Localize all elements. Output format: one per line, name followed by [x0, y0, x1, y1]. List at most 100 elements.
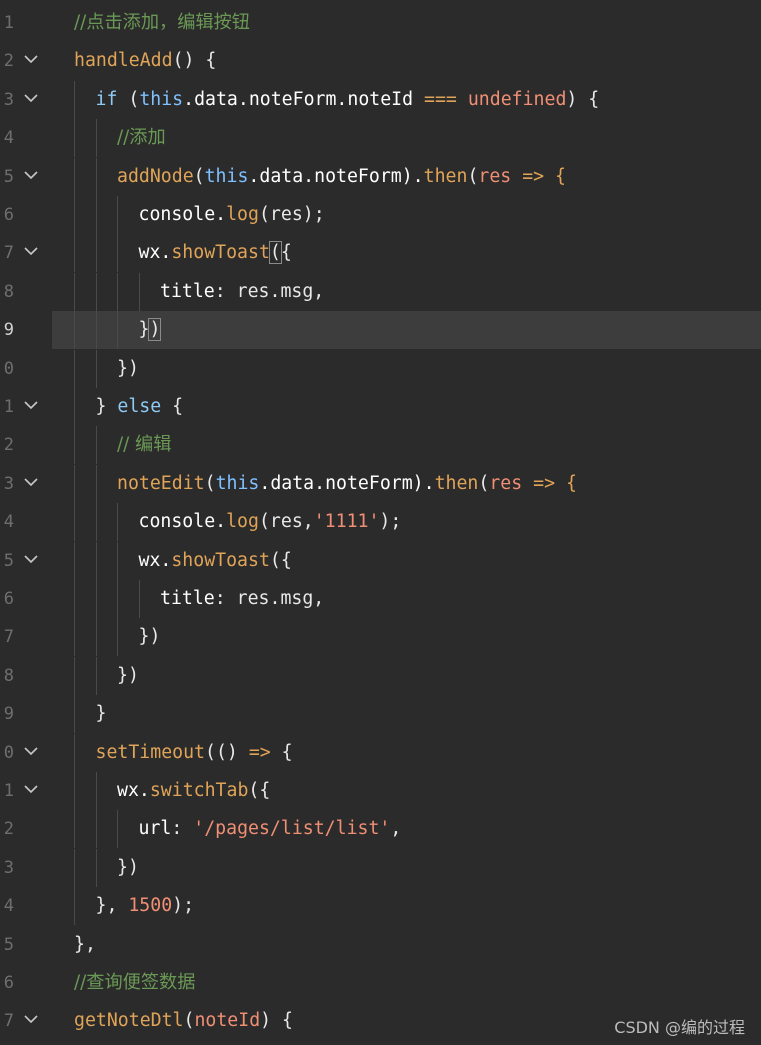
code-token: () {: [172, 50, 217, 72]
code-line[interactable]: 4 //添加: [0, 119, 761, 158]
fold-chevron-icon[interactable]: [23, 243, 39, 259]
fold-chevron-icon[interactable]: [23, 167, 39, 183]
line-number: 1: [3, 13, 14, 33]
code-text: getNoteDtl(noteId) {: [74, 1002, 293, 1040]
code-line[interactable]: 8 title: res.msg,: [0, 272, 761, 311]
code-token: .data.noteForm).: [248, 165, 424, 187]
code-token: title: [160, 588, 215, 609]
code-line[interactable]: 2 url: '/pages/list/list',: [0, 810, 761, 849]
indent-guide: [74, 311, 75, 350]
code-line[interactable]: 5 wx.showToast({: [0, 541, 761, 580]
line-number: 3: [3, 89, 14, 110]
code-token: }: [138, 319, 150, 341]
code-line[interactable]: 2 handleAdd() {: [0, 42, 761, 80]
code-token: ,: [390, 818, 402, 840]
code-line[interactable]: 2 // 编辑: [0, 426, 761, 465]
code-line[interactable]: 1 } else {: [0, 388, 761, 426]
code-line[interactable]: 7 wx.showToast({: [0, 234, 761, 273]
indent-guide: [74, 772, 75, 810]
indent-guide: [74, 887, 75, 926]
indent-guide: [95, 426, 97, 465]
code-token: ===: [424, 88, 457, 110]
indent-guide: [74, 119, 75, 158]
code-editor[interactable]: 1//点击添加，编辑按钮 2 handleAdd() {3 if (this.data…: [0, 0, 761, 1045]
code-text: } else {: [96, 388, 184, 426]
line-number: 1: [3, 397, 14, 417]
code-text: handleAdd() {: [74, 42, 216, 80]
indent-guide: [74, 234, 75, 273]
code-text: addNode(this.data.noteForm).then(res => …: [117, 158, 566, 196]
code-text: console.log(res);: [139, 196, 325, 234]
code-line[interactable]: 4}, 1500);: [0, 887, 761, 926]
indent-guide: [95, 580, 97, 618]
indent-guide: [95, 311, 97, 350]
code-token: log: [226, 511, 259, 533]
code-text: }): [117, 849, 139, 887]
code-line[interactable]: 1 //点击添加，编辑按钮: [0, 4, 761, 42]
indent-guide: [74, 848, 75, 887]
code-token: {: [161, 396, 184, 417]
code-line[interactable]: 6 console.log(res);: [0, 196, 761, 234]
code-text: //查询便签数据: [74, 964, 195, 1002]
code-line[interactable]: 3 if (this.data.noteForm.noteId === undef…: [0, 80, 761, 119]
code-text: noteEdit(this.data.noteForm).then(res =>…: [117, 465, 577, 503]
code-token: : res.msg,: [214, 588, 325, 609]
fold-chevron-icon[interactable]: [23, 90, 39, 106]
code-line[interactable]: 4 console.log(res,'1111');: [0, 503, 761, 542]
code-line[interactable]: 0 setTimeout(() => {: [0, 733, 761, 772]
line-number: 1: [3, 781, 14, 801]
code-text: setTimeout(() => {: [96, 734, 293, 772]
code-token: (: [183, 1010, 195, 1032]
code-token: console.: [138, 511, 227, 533]
code-text: wx.showToast({: [139, 234, 292, 272]
code-text: }): [117, 350, 139, 388]
fold-chevron-icon[interactable]: [23, 397, 39, 413]
code-line[interactable]: 5 addNode(this.data.noteForm).then(res =>…: [0, 157, 761, 196]
code-token: }: [95, 703, 107, 725]
code-token: .data.noteForm.noteId: [183, 88, 425, 110]
code-line[interactable]: 9}): [0, 311, 761, 350]
code-line[interactable]: 5},: [0, 926, 761, 964]
code-token: (: [193, 165, 205, 187]
code-token: noteEdit: [117, 472, 205, 494]
code-token: ({: [248, 780, 271, 801]
code-token: setTimeout: [95, 741, 206, 763]
code-token: }): [138, 626, 161, 648]
code-line[interactable]: 6 //查询便签数据: [0, 964, 761, 1002]
indent-guide: [74, 80, 75, 119]
line-number: 7: [3, 243, 14, 264]
code-text: }, 1500);: [96, 887, 195, 925]
code-line[interactable]: 0}): [0, 349, 761, 388]
code-line[interactable]: 3 noteEdit(this.data.noteForm).then(res =…: [0, 464, 761, 503]
indent-guide: [95, 464, 97, 503]
fold-chevron-icon[interactable]: [23, 51, 39, 67]
code-text: //点击添加，编辑按钮: [74, 4, 250, 42]
indent-guide: [95, 272, 97, 311]
line-number: 2: [3, 819, 14, 840]
fold-chevron-icon[interactable]: [23, 551, 39, 567]
code-token: :: [171, 818, 194, 840]
fold-chevron-icon[interactable]: [23, 1011, 39, 1027]
code-token: (: [467, 165, 479, 187]
fold-chevron-icon[interactable]: [23, 474, 39, 490]
indent-guide: [95, 157, 97, 196]
code-token: //添加: [117, 127, 166, 149]
code-token: '/pages/list/list': [193, 818, 391, 840]
code-line[interactable]: 1 wx.switchTab({: [0, 772, 761, 810]
code-line[interactable]: 9}: [0, 695, 761, 734]
code-text: //添加: [117, 119, 166, 157]
code-text: wx.switchTab({: [117, 772, 270, 810]
line-number: 9: [3, 320, 14, 341]
code-line[interactable]: 6 title: res.msg,: [0, 580, 761, 618]
fold-chevron-icon[interactable]: [23, 781, 39, 797]
code-text: title: res.msg,: [160, 273, 324, 311]
indent-guide: [95, 618, 97, 657]
code-token: }): [117, 357, 139, 379]
code-line[interactable]: 3}): [0, 848, 761, 887]
line-number: 7: [3, 627, 14, 648]
code-line[interactable]: 7}): [0, 618, 761, 657]
code-token: ) {: [260, 1010, 294, 1032]
fold-chevron-icon[interactable]: [23, 743, 39, 759]
code-line[interactable]: 8}): [0, 656, 761, 695]
